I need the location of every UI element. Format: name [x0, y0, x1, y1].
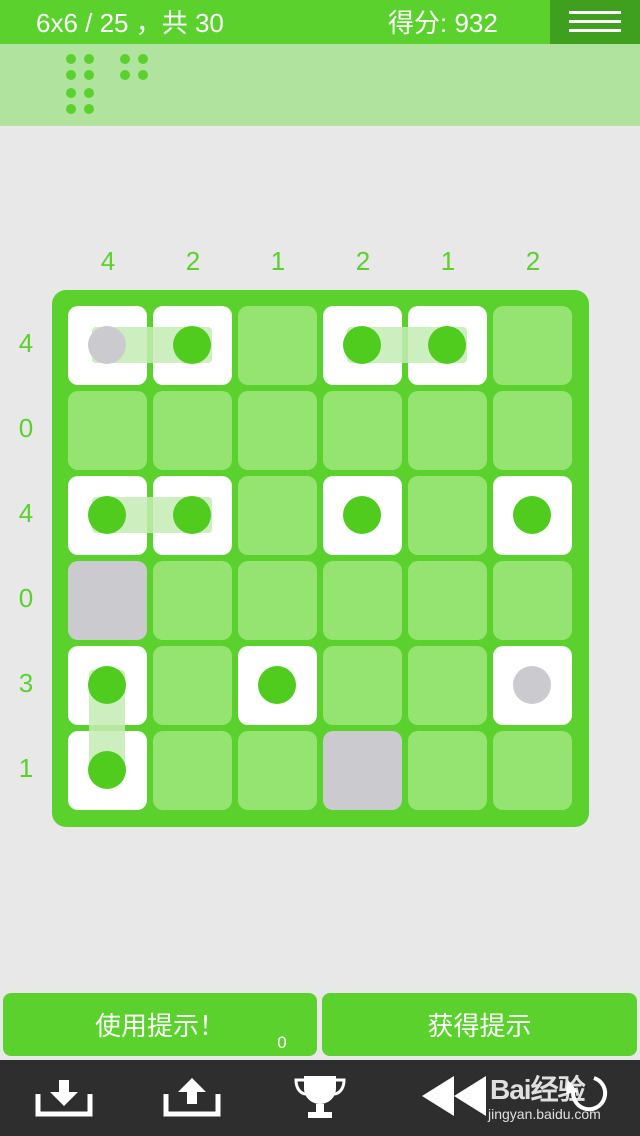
ship-peg: [258, 666, 296, 704]
rewind-icon[interactable]: [414, 1060, 494, 1136]
menu-icon-bar: [569, 20, 621, 23]
ship-peg: [343, 496, 381, 534]
grid-cell[interactable]: [238, 391, 317, 470]
grid-cell[interactable]: [408, 561, 487, 640]
row-clue: 0: [18, 413, 34, 443]
row-clue: 4: [18, 328, 34, 358]
get-hint-button[interactable]: 获得提示: [322, 993, 637, 1056]
row-clue: 0: [18, 583, 34, 613]
grid-cell[interactable]: [153, 731, 232, 810]
row-clue: 1: [18, 753, 34, 783]
column-clue: 2: [185, 246, 201, 276]
watermark-logo: Bai经验: [490, 1074, 586, 1105]
grid-cell[interactable]: [408, 476, 487, 555]
ship-peg: [88, 326, 126, 364]
grid-cell[interactable]: [238, 561, 317, 640]
use-hint-button[interactable]: 使用提示！: [3, 993, 317, 1056]
grid-cell[interactable]: [408, 731, 487, 810]
score-display: 得分: 932: [388, 8, 498, 38]
ship-peg: [173, 326, 211, 364]
watermark-url: jingyan.baidu.com: [488, 1106, 601, 1122]
grid-cell[interactable]: [493, 306, 572, 385]
game-board: [52, 290, 589, 827]
grid-cell[interactable]: [408, 391, 487, 470]
download-icon[interactable]: [24, 1060, 104, 1136]
grid-cell[interactable]: [153, 561, 232, 640]
menu-icon: [569, 11, 621, 14]
top-bar: 6x6 / 25 ，共 30 得分: 932: [0, 0, 640, 44]
grid-cell[interactable]: [323, 561, 402, 640]
ship-peg: [513, 496, 551, 534]
ship-peg: [428, 326, 466, 364]
column-clue: 2: [355, 246, 371, 276]
menu-button[interactable]: [550, 0, 640, 44]
watermark: Bai经验 jingyan.baidu.com: [488, 1066, 638, 1126]
grid-cell[interactable]: [408, 646, 487, 725]
column-clue: 1: [270, 246, 286, 276]
water-cell[interactable]: [323, 731, 402, 810]
ship-peg: [88, 751, 126, 789]
grid-cell[interactable]: [323, 391, 402, 470]
upload-icon[interactable]: [152, 1060, 232, 1136]
row-clue: 3: [18, 668, 34, 698]
column-clue: 2: [525, 246, 541, 276]
grid-cell[interactable]: [493, 561, 572, 640]
ship-peg: [88, 666, 126, 704]
menu-icon-bar: [569, 29, 621, 32]
grid-cell[interactable]: [153, 646, 232, 725]
ship-peg: [88, 496, 126, 534]
grid-cell[interactable]: [238, 476, 317, 555]
grid-cell[interactable]: [493, 731, 572, 810]
grid-cell[interactable]: [238, 306, 317, 385]
grid-cell[interactable]: [68, 391, 147, 470]
fleet-panel: [0, 44, 640, 126]
ship-peg: [343, 326, 381, 364]
column-clue: 4: [100, 246, 116, 276]
trophy-icon[interactable]: [280, 1060, 360, 1136]
row-clue: 4: [18, 498, 34, 528]
grid-cell[interactable]: [153, 391, 232, 470]
grid-cell[interactable]: [493, 391, 572, 470]
grid-cell[interactable]: [238, 731, 317, 810]
column-clue: 1: [440, 246, 456, 276]
ship-peg: [513, 666, 551, 704]
level-indicator: 6x6 / 25 ，共 30: [36, 8, 224, 38]
ship-peg: [173, 496, 211, 534]
grid-cell[interactable]: [323, 646, 402, 725]
hint-count-badge: 0: [277, 1033, 287, 1052]
water-cell[interactable]: [68, 561, 147, 640]
